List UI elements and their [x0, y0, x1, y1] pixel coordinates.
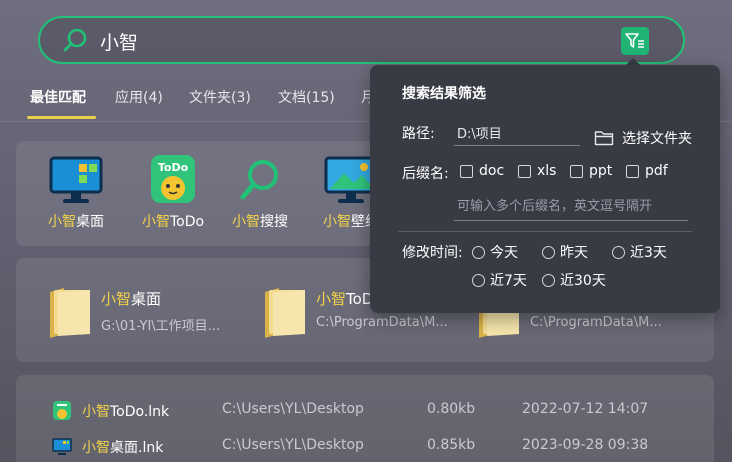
suffix-checkbox-ppt[interactable]: ppt [570, 163, 612, 179]
file-row[interactable]: 小智ToDo.lnk C:\Users\YL\Desktop 0.80kb 20… [16, 394, 714, 428]
popup-title: 搜索结果筛选 [402, 86, 486, 102]
file-path: C:\Users\YL\Desktop [222, 437, 364, 453]
checkbox-box [570, 164, 583, 178]
search-window: 最佳匹配 应用(4) 文件夹(3) 文档(15) 月 小智桌面 ToDo [0, 0, 732, 462]
search-icon [63, 28, 87, 52]
folder-path: C:\ProgramData\M... [530, 315, 662, 330]
folder-item[interactable]: 小智桌面 G:\01-YI\工作项目... [48, 278, 248, 348]
file-size: 0.85kb [427, 437, 476, 453]
folder-icon [265, 288, 305, 338]
path-input[interactable] [454, 120, 580, 146]
search-input[interactable] [100, 27, 580, 55]
file-date: 2023-09-28 09:38 [522, 437, 649, 453]
file-name: 小智桌面.lnk [82, 440, 164, 456]
time-radio-7days[interactable]: 近7天 [472, 270, 527, 290]
tab-folders[interactable]: 文件夹(3) [189, 87, 251, 107]
time-label: 修改时间: [402, 245, 463, 261]
folder-path: C:\ProgramData\M... [316, 315, 448, 330]
path-label: 路径: [402, 126, 435, 142]
monitor-icon [49, 156, 103, 203]
file-path: C:\Users\YL\Desktop [222, 401, 364, 417]
suffix-label: 后缀名: [402, 166, 449, 182]
suffix-input[interactable] [454, 193, 688, 221]
choose-folder-button[interactable]: 选择文件夹 [594, 128, 692, 148]
active-tab-indicator [27, 116, 96, 119]
file-row[interactable]: 小智桌面.lnk C:\Users\YL\Desktop 0.85kb 2023… [16, 430, 714, 462]
app-item[interactable]: 小智桌面 [36, 141, 116, 246]
radio-dot [612, 245, 625, 259]
file-name: 小智ToDo.lnk [82, 404, 170, 420]
apps-section: 小智桌面 ToDo 小智ToDo 小智搜搜 小智壁纸 [16, 141, 396, 246]
tab-documents[interactable]: 文档(15) [278, 87, 335, 107]
suffix-checkbox-pdf[interactable]: pdf [626, 163, 668, 179]
filter-button[interactable] [621, 27, 649, 55]
category-tabs: 最佳匹配 应用(4) 文件夹(3) 文档(15) 月 [0, 82, 380, 122]
choose-folder-label: 选择文件夹 [622, 131, 692, 147]
radio-dot [472, 245, 485, 259]
radio-dot [472, 273, 485, 287]
checkbox-box [626, 164, 639, 178]
app-item[interactable]: 小智搜搜 [220, 141, 300, 246]
filter-icon [625, 33, 644, 48]
folder-name: 小智桌面 [101, 290, 162, 308]
folder-outline-icon [594, 131, 614, 146]
app-label: 小智搜搜 [232, 214, 288, 230]
tab-apps[interactable]: 应用(4) [115, 87, 163, 107]
app-label: 小智ToDo [141, 214, 205, 230]
time-radio-30days[interactable]: 近30天 [542, 270, 606, 290]
svg-text:ToDo: ToDo [158, 161, 189, 174]
file-size: 0.80kb [427, 401, 476, 417]
folder-path: G:\01-YI\工作项目... [101, 319, 221, 334]
time-radio-yesterday[interactable]: 昨天 [542, 242, 588, 262]
folder-icon [50, 288, 90, 338]
search-app-icon [240, 160, 278, 200]
suffix-checkbox-xls[interactable]: xls [518, 163, 556, 179]
radio-dot [542, 245, 555, 259]
suffix-checkbox-doc[interactable]: doc [460, 163, 504, 179]
radio-dot [542, 273, 555, 287]
checkbox-box [518, 164, 531, 178]
tab-best-match[interactable]: 最佳匹配 [30, 87, 86, 107]
app-item[interactable]: ToDo 小智ToDo [133, 141, 213, 246]
todo-app-icon: ToDo [151, 155, 195, 203]
checkbox-box [460, 164, 473, 178]
app-label: 小智桌面 [48, 214, 104, 230]
search-bar[interactable] [38, 16, 685, 64]
file-date: 2022-07-12 14:07 [522, 401, 649, 417]
popup-divider [398, 231, 692, 232]
time-radio-today[interactable]: 今天 [472, 242, 518, 262]
files-section: 小智ToDo.lnk C:\Users\YL\Desktop 0.80kb 20… [16, 375, 714, 462]
monitor-icon [52, 438, 72, 455]
filter-popup: 搜索结果筛选 路径: 选择文件夹 后缀名: doc xls ppt pdf 修改… [370, 65, 720, 313]
time-radio-3days[interactable]: 近3天 [612, 242, 667, 262]
todo-app-icon [53, 401, 71, 420]
